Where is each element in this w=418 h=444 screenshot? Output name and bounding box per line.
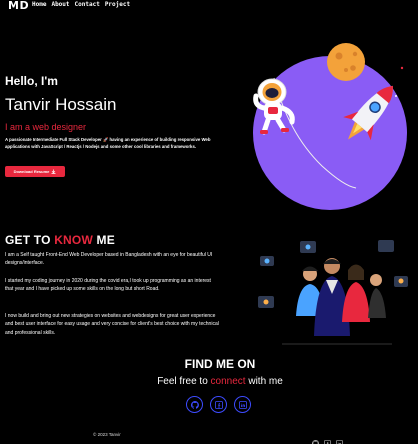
findme-sub-prefix: Feel free to xyxy=(157,376,211,387)
nav-link-about[interactable]: About xyxy=(51,1,69,8)
about-title: GET TO KNOW ME xyxy=(5,233,115,247)
github-icon xyxy=(190,400,199,409)
findme-title: FIND ME ON xyxy=(184,357,256,371)
download-resume-label: Download Resume xyxy=(13,169,50,174)
nav-link-home[interactable]: Home xyxy=(32,1,46,8)
findme-subtitle: Feel free to connect with me xyxy=(0,376,418,387)
facebook-link[interactable] xyxy=(210,396,227,413)
footer-facebook-link[interactable] xyxy=(324,434,331,444)
social-links xyxy=(186,396,251,413)
footer-github-link[interactable] xyxy=(312,434,319,444)
linkedin-icon xyxy=(336,440,343,444)
nav-links: Home About Contact Project xyxy=(32,1,130,8)
copyright-text: © 2023 Tanvir xyxy=(93,432,121,437)
hero-name: Tanvir Hossain xyxy=(5,95,117,114)
hero-description: A passionate Intermediate Full Stack Dev… xyxy=(5,137,211,150)
portfolio-page: MD Home About Contact Project Hello, I'm… xyxy=(0,0,418,444)
github-icon xyxy=(312,440,319,444)
navbar: MD Home About Contact Project xyxy=(0,0,418,12)
about-title-highlight: KNOW xyxy=(54,233,93,247)
logo[interactable]: MD xyxy=(8,0,29,12)
facebook-icon xyxy=(214,400,223,409)
hero-greeting: Hello, I'm xyxy=(5,74,58,88)
about-title-prefix: GET TO xyxy=(5,233,55,247)
findme-sub-highlight: connect xyxy=(210,376,246,387)
about-paragraph-1: I am a Self taught Front-End Web Develop… xyxy=(5,252,213,267)
linkedin-link[interactable] xyxy=(234,396,251,413)
linkedin-icon xyxy=(238,400,247,409)
team-illustration xyxy=(258,240,408,345)
astronaut-rocket-illustration xyxy=(253,43,407,210)
about-paragraph-2: I started my coding journey in 2020 duri… xyxy=(5,278,211,293)
findme-sub-suffix: with me xyxy=(245,376,283,387)
nav-link-contact[interactable]: Contact xyxy=(75,1,100,8)
hero-role: I am a web designer xyxy=(5,122,87,132)
footer-social-icons xyxy=(312,434,343,444)
github-link[interactable] xyxy=(186,396,203,413)
download-resume-button[interactable]: Download Resume xyxy=(5,166,65,177)
about-title-suffix: ME xyxy=(92,233,115,247)
footer-linkedin-link[interactable] xyxy=(336,434,343,444)
facebook-icon xyxy=(324,440,331,444)
download-icon xyxy=(51,169,56,175)
nav-link-project[interactable]: Project xyxy=(105,1,130,8)
about-paragraph-3: I now build and bring out new strategies… xyxy=(5,313,219,336)
